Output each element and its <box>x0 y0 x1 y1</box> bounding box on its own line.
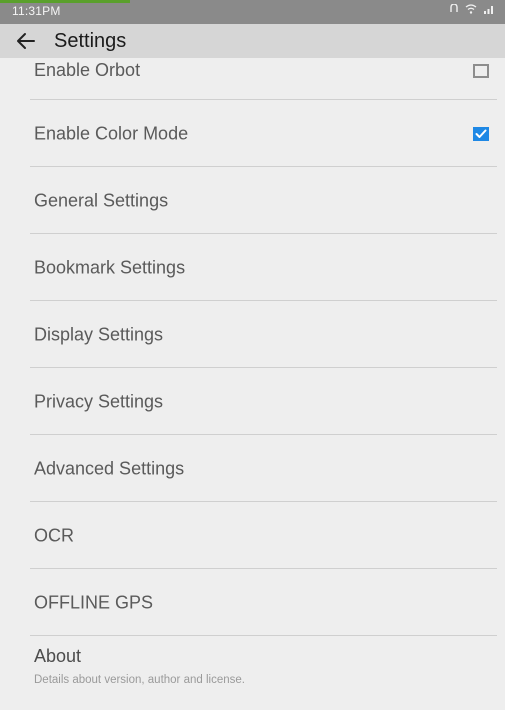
orbot-checkbox[interactable] <box>473 64 489 78</box>
setting-label: OFFLINE GPS <box>34 592 154 612</box>
setting-row-advanced[interactable]: Advanced Settings <box>0 435 505 502</box>
setting-label: Display Settings <box>34 324 164 344</box>
setting-label: OCR <box>34 525 74 545</box>
page-title: Settings <box>54 29 127 52</box>
setting-label: Privacy Settings <box>34 391 164 411</box>
status-icons <box>449 3 495 17</box>
setting-label: Enable Color Mode <box>34 123 189 143</box>
setting-row-bookmark[interactable]: Bookmark Settings <box>0 234 505 301</box>
back-button[interactable] <box>4 24 48 58</box>
setting-label: Enable Orbot <box>34 60 141 80</box>
setting-row-privacy[interactable]: Privacy Settings <box>0 368 505 435</box>
status-time: 11:31PM <box>12 4 61 18</box>
status-accent-line <box>0 0 130 3</box>
signal-icon <box>483 3 495 17</box>
setting-row-ocr[interactable]: OCR <box>0 502 505 569</box>
status-bar: 11:31PM <box>0 0 505 24</box>
setting-label: Advanced Settings <box>34 458 185 478</box>
setting-row-offline-gps[interactable]: OFFLINE GPS <box>0 569 505 636</box>
about-title: About <box>34 646 82 666</box>
setting-row-about[interactable]: About Details about version, author and … <box>0 636 505 698</box>
setting-row-enable-color-mode[interactable]: Enable Color Mode <box>0 100 505 167</box>
arrow-left-icon <box>17 33 35 49</box>
wifi-icon <box>465 3 477 17</box>
setting-row-enable-orbot[interactable]: Enable Orbot <box>0 58 505 100</box>
setting-label: General Settings <box>34 190 169 210</box>
app-bar: Settings <box>0 24 505 58</box>
about-subtitle: Details about version, author and licens… <box>34 674 245 686</box>
settings-list: Enable Orbot Enable Color Mode General S… <box>0 58 505 698</box>
checkmark-icon <box>475 129 487 138</box>
color-mode-checkbox[interactable] <box>473 126 489 141</box>
nfc-icon <box>449 3 459 17</box>
setting-row-display[interactable]: Display Settings <box>0 301 505 368</box>
setting-row-general[interactable]: General Settings <box>0 167 505 234</box>
setting-label: Bookmark Settings <box>34 257 186 277</box>
